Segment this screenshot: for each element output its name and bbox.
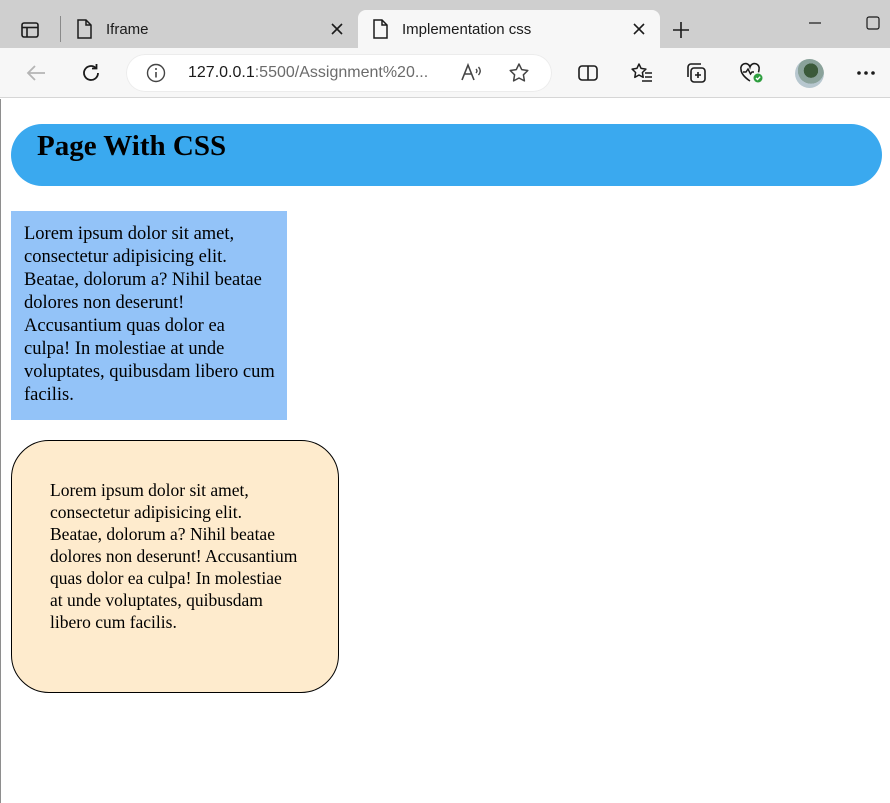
favorites-list-icon[interactable]: [624, 56, 660, 90]
page-icon: [76, 19, 92, 39]
star-icon[interactable]: [508, 62, 532, 84]
heading-bar: Page With CSS: [11, 124, 882, 186]
page-content: Page With CSS Lorem ipsum dolor sit amet…: [0, 99, 890, 803]
collections-icon[interactable]: [679, 56, 715, 90]
tab-strip: Iframe Implementation css: [0, 0, 890, 48]
refresh-icon[interactable]: [73, 56, 109, 90]
blue-text-box: Lorem ipsum dolor sit amet, consectetur …: [11, 211, 287, 420]
close-icon[interactable]: [320, 14, 354, 44]
back-arrow-icon[interactable]: [18, 56, 54, 90]
plus-icon[interactable]: [664, 14, 698, 46]
close-icon[interactable]: [622, 14, 656, 44]
rounded-text-box: Lorem ipsum dolor sit amet, consectetur …: [11, 440, 339, 693]
page-title: Page With CSS: [37, 130, 227, 162]
profile-avatar[interactable]: [795, 59, 824, 88]
tab-title: Implementation css: [402, 20, 532, 38]
read-aloud-icon[interactable]: [460, 62, 484, 84]
browser-essentials-icon[interactable]: [733, 56, 769, 90]
url-path: :5500/Assignment%20...: [254, 64, 429, 81]
tab-implementation-css[interactable]: Implementation css: [358, 10, 660, 48]
info-icon[interactable]: [146, 63, 166, 83]
page-icon: [372, 19, 388, 39]
split-screen-icon[interactable]: [570, 56, 606, 90]
url-host: 127.0.0.1: [188, 64, 255, 81]
minimize-icon[interactable]: [795, 8, 835, 38]
tab-separator: [60, 16, 61, 42]
url-text: 127.0.0.1:5500/Assignment%20...: [188, 64, 428, 82]
tab-iframe[interactable]: Iframe: [62, 10, 358, 48]
browser-toolbar: 127.0.0.1:5500/Assignment%20...: [0, 48, 890, 98]
tab-actions-icon[interactable]: [12, 14, 48, 46]
tab-title: Iframe: [106, 20, 149, 38]
address-bar[interactable]: 127.0.0.1:5500/Assignment%20...: [126, 54, 552, 92]
maximize-icon[interactable]: [853, 8, 890, 38]
more-icon[interactable]: [848, 56, 884, 90]
